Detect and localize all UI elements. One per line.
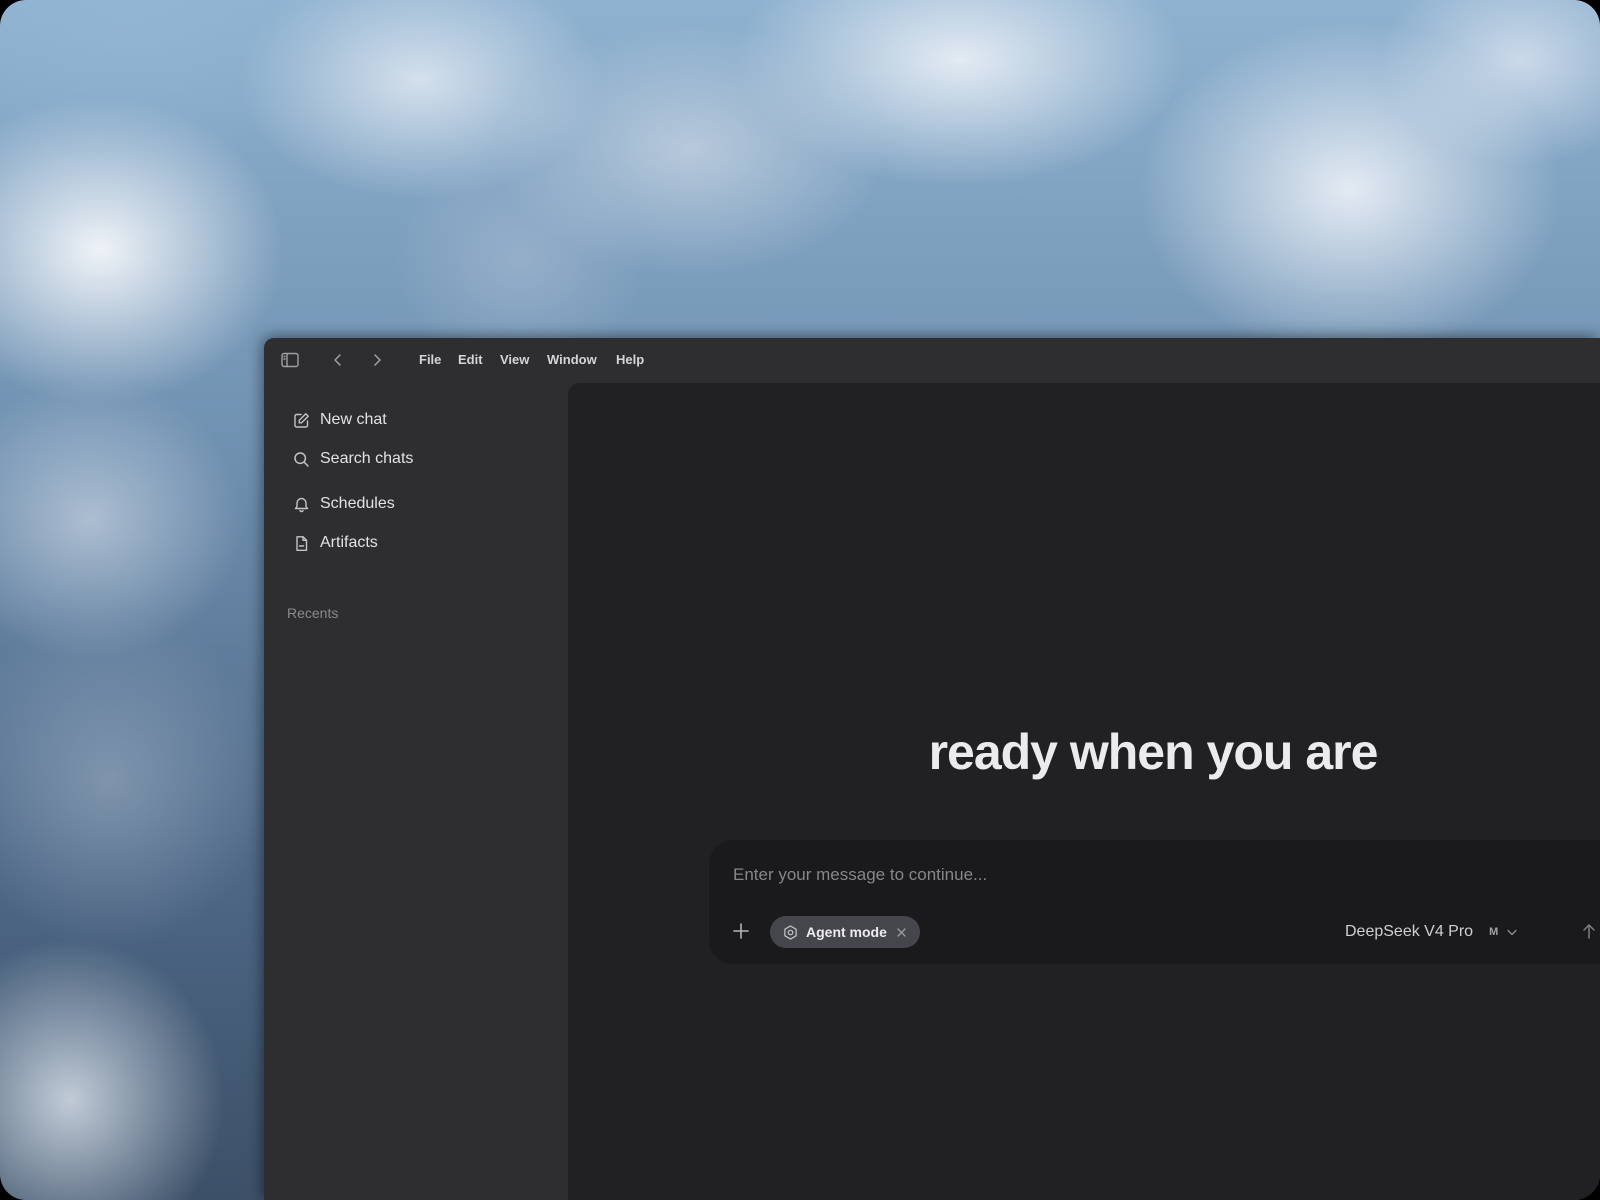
sidebar-item-new-chat[interactable]: New chat [284,404,554,436]
compose-icon [290,409,312,431]
greeting-heading: ready when you are [928,724,1379,780]
document-icon [290,532,312,554]
sidebar-toggle-icon[interactable] [278,348,302,372]
menu-window[interactable]: Window [547,352,597,367]
main-panel: ready when you are A [568,383,1600,1200]
agent-icon [782,924,798,940]
search-icon [290,448,312,470]
agent-mode-chip[interactable]: Agent mode [770,916,920,948]
sidebar-item-label: Search chats [320,450,414,467]
app-window: File Edit View Window Help New chat Sear… [264,338,1600,1200]
menu-file[interactable]: File [419,352,441,367]
chevron-right-icon[interactable] [365,348,389,372]
message-input[interactable] [731,860,1555,890]
add-attachment-button[interactable] [728,918,754,944]
chevron-down-icon [1506,926,1518,938]
sidebar-item-schedules[interactable]: Schedules [284,488,554,520]
sidebar-item-search-chats[interactable]: Search chats [284,443,554,475]
sidebar-item-artifacts[interactable]: Artifacts [284,527,554,559]
desktop-wallpaper: File Edit View Window Help New chat Sear… [0,0,1600,1200]
bell-icon [290,493,312,515]
plus-icon [733,923,749,939]
agent-mode-label: Agent mode [806,924,887,940]
model-size-badge: M [1489,926,1499,938]
title-bar: File Edit View Window Help [264,338,1600,382]
menu-edit[interactable]: Edit [458,352,483,367]
arrow-up-icon [1583,924,1595,939]
model-selector[interactable]: DeepSeek V4 Pro M [1345,918,1518,946]
menu-view[interactable]: View [500,352,529,367]
send-button[interactable] [1576,918,1600,944]
sidebar-item-label: New chat [320,411,387,428]
chevron-left-icon[interactable] [326,348,350,372]
close-icon[interactable] [896,926,908,938]
menu-help[interactable]: Help [616,352,644,367]
recents-heading: Recents [287,605,339,621]
sidebar-item-label: Schedules [320,495,395,512]
sidebar: New chat Search chats Schedules Artifact… [264,382,568,1200]
sidebar-item-label: Artifacts [320,534,378,551]
message-composer: Agent mode DeepSeek V4 Pro M [709,840,1600,964]
model-name: DeepSeek V4 Pro [1345,923,1474,940]
